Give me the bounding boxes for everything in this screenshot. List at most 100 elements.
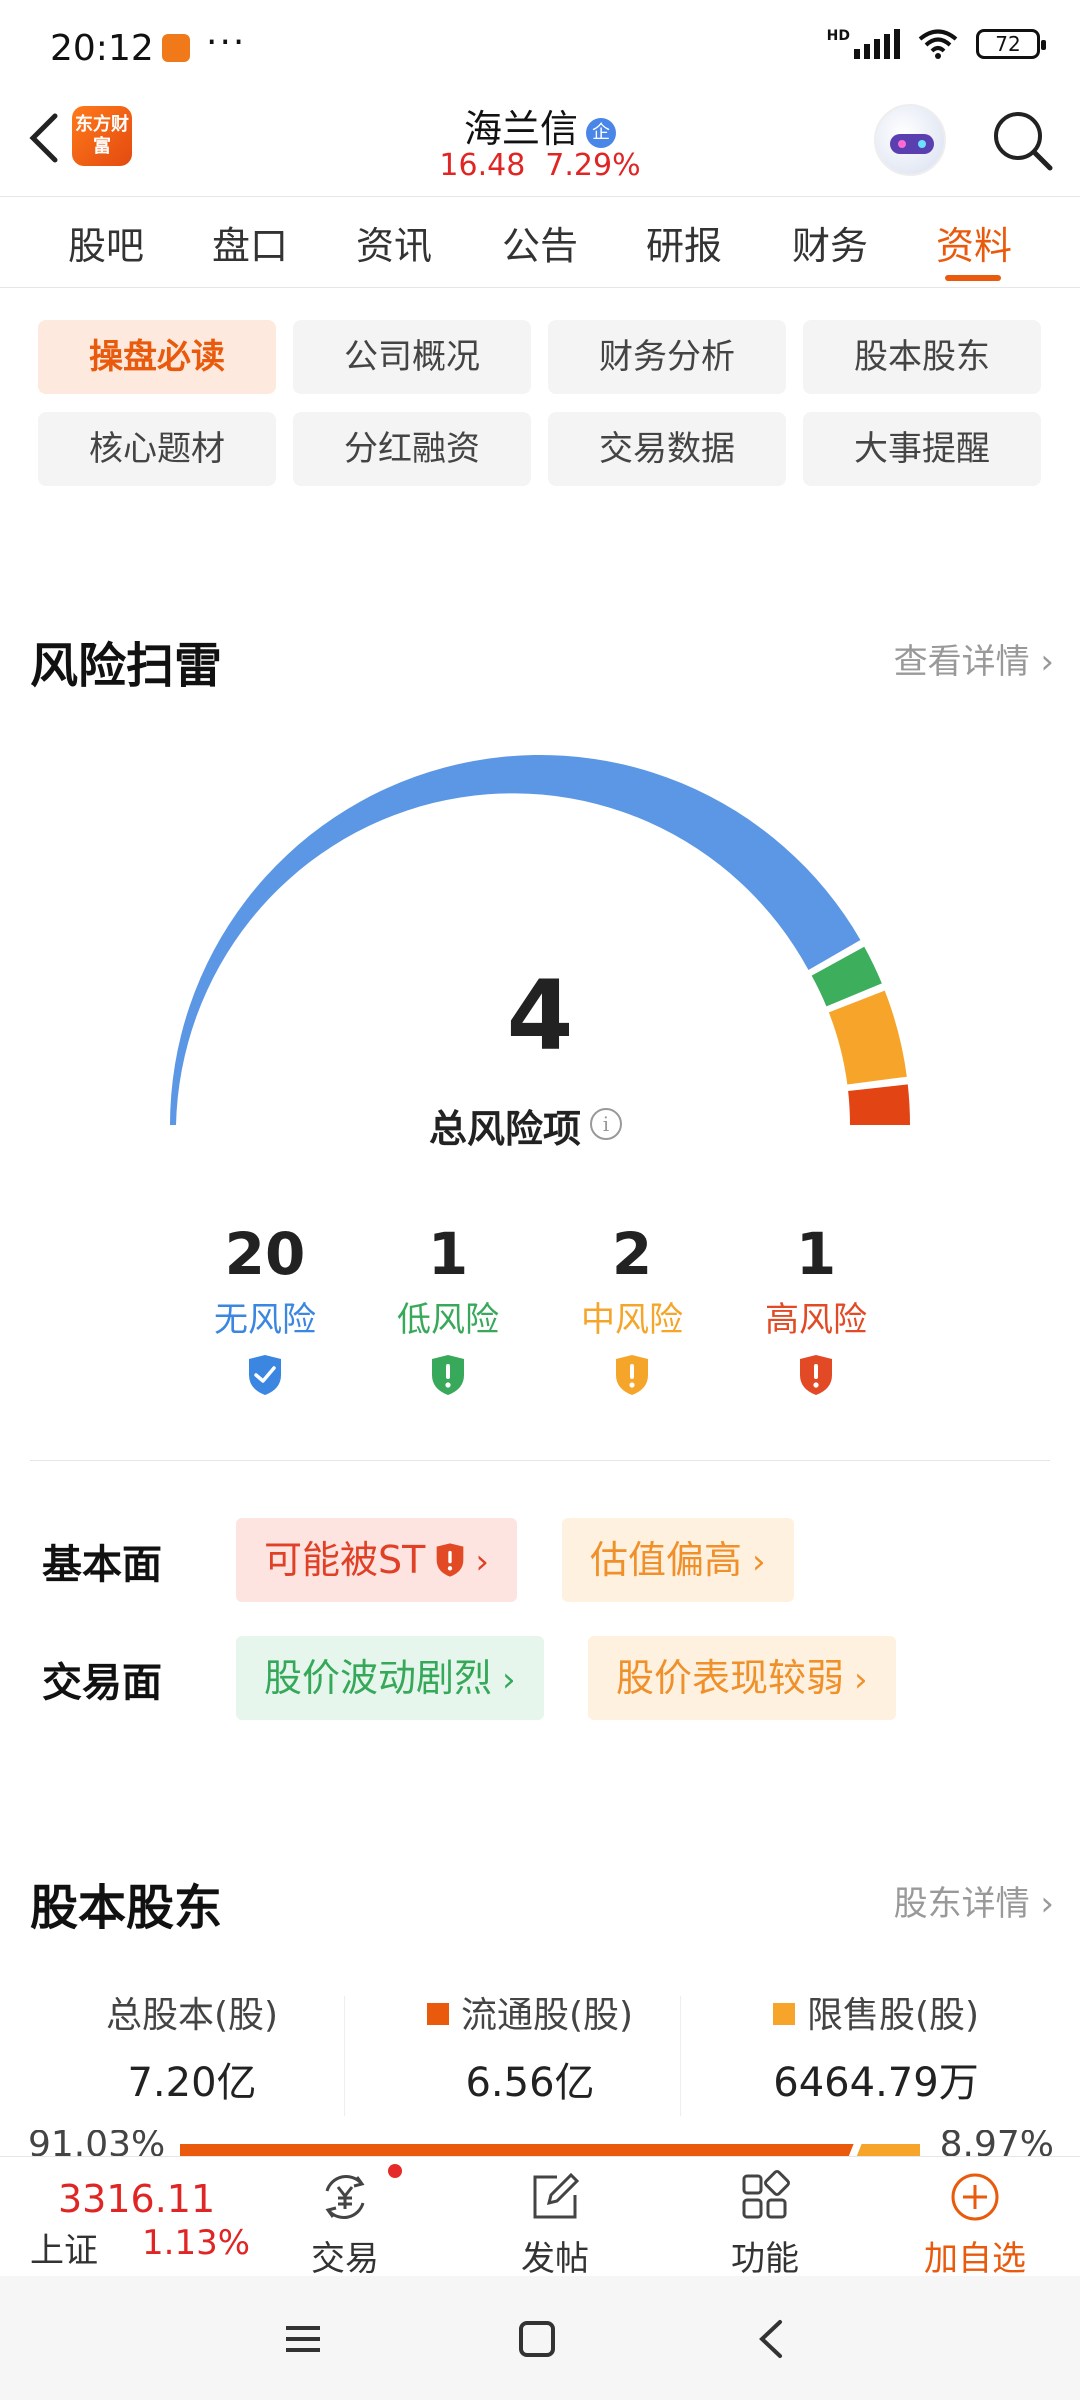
info-icon[interactable]: i [590, 1108, 622, 1140]
tag-label: 股价表现较弱 [616, 1656, 845, 1700]
tag-label: 估值偏高 [590, 1538, 743, 1582]
stat-low-risk[interactable]: 1 低风险 [358, 1220, 538, 1399]
shareholders-section-title: 股本股东 [30, 1880, 223, 1936]
total-risk-count: 4 [506, 960, 574, 1072]
chip-events[interactable]: 大事提醒 [803, 412, 1041, 486]
tag-may-be-st[interactable]: 可能被ST › [236, 1518, 517, 1602]
corp-badge-icon: 企 [586, 118, 616, 148]
restricted-shares-label: 限售股(股) [806, 1995, 980, 2036]
trade-yuan-icon [325, 2175, 365, 2219]
stock-tabs: 股吧 盘口 资讯 公告 研报 财务 资料 [0, 196, 1080, 288]
nav-trade[interactable]: 交易 [285, 2169, 405, 2280]
back-icon[interactable] [748, 2314, 798, 2364]
tag-weak-performance[interactable]: 股价表现较弱 › [588, 1636, 896, 1720]
plus-circle-icon [951, 2173, 999, 2221]
shield-check-icon [249, 1355, 281, 1395]
nav-label: 发帖 [521, 2239, 589, 2279]
shield-alert-icon [437, 1543, 464, 1577]
column-divider [344, 1996, 345, 2116]
chip-must-read[interactable]: 操盘必读 [38, 320, 276, 394]
float-shares: 流通股(股) 6.56亿 [370, 1986, 690, 2108]
stat-no-risk[interactable]: 20 无风险 [175, 1220, 355, 1399]
stat-label: 无风险 [214, 1300, 316, 1340]
battery-icon: 72 [976, 29, 1046, 59]
total-shares-value: 7.20亿 [127, 2060, 257, 2106]
nav-label: 加自选 [924, 2239, 1026, 2279]
chip-trading-data[interactable]: 交易数据 [548, 412, 786, 486]
total-risk-label: 总风险项 [428, 1107, 581, 1151]
assistant-robot-icon[interactable] [874, 104, 946, 176]
nav-label: 交易 [311, 2239, 379, 2279]
tab-profile[interactable]: 资料 [936, 215, 1012, 270]
risk-section-title: 风险扫雷 [30, 638, 223, 694]
nav-add-watchlist[interactable]: 加自选 [915, 2169, 1035, 2280]
stat-count: 1 [427, 1220, 469, 1288]
total-shares: 总股本(股) 7.20亿 [32, 1986, 352, 2108]
shield-alert-icon [616, 1355, 648, 1395]
restricted-shares-value: 6464.79万 [773, 2060, 979, 2106]
chevron-right-icon: › [475, 1542, 489, 1582]
index-name: 上证 [30, 2231, 98, 2271]
restricted-legend-swatch [772, 2003, 795, 2025]
active-tab-indicator [945, 275, 1001, 281]
risk-details-link[interactable]: 查看详情 › [894, 634, 1054, 683]
chevron-right-icon: › [1040, 642, 1054, 682]
tag-high-volatility[interactable]: 股价波动剧烈 › [236, 1636, 544, 1720]
search-icon [994, 112, 1053, 171]
tag-label: 可能被ST [264, 1538, 426, 1582]
tab-announcements[interactable]: 公告 [502, 215, 578, 270]
trading-label: 交易面 [42, 1660, 162, 1706]
risk-details-label: 查看详情 [893, 642, 1030, 682]
stock-header: 东方财富 海兰信企 16.48 7.29% [0, 96, 1080, 196]
index-value: 3316.11 [58, 2177, 216, 2221]
search-button[interactable] [990, 108, 1054, 172]
stat-label: 中风险 [581, 1300, 683, 1340]
chevron-right-icon: › [752, 1542, 766, 1582]
system-nav-bar [0, 2276, 1080, 2400]
tab-guba[interactable]: 股吧 [68, 215, 144, 270]
chip-dividends-financing[interactable]: 分红融资 [293, 412, 531, 486]
shareholder-details-link[interactable]: 股东详情 › [894, 1876, 1054, 1925]
menu-icon[interactable] [278, 2314, 328, 2364]
stat-count: 20 [224, 1220, 306, 1288]
edit-icon [533, 2172, 580, 2219]
apps-grid-icon [742, 2170, 790, 2219]
chevron-right-icon: › [854, 1660, 868, 1700]
float-legend-swatch [426, 2003, 449, 2025]
shield-alert-icon [800, 1355, 832, 1395]
stat-high-risk[interactable]: 1 高风险 [726, 1220, 906, 1399]
tag-high-valuation[interactable]: 估值偏高 › [562, 1518, 794, 1602]
status-time: 20:12 [50, 28, 154, 69]
tab-news[interactable]: 资讯 [356, 215, 432, 270]
chip-share-capital[interactable]: 股本股东 [803, 320, 1041, 394]
home-icon[interactable] [512, 2314, 562, 2364]
float-shares-label: 流通股(股) [460, 1995, 634, 2036]
tab-research[interactable]: 研报 [646, 215, 722, 270]
chip-core-themes[interactable]: 核心题材 [38, 412, 276, 486]
hd-indicator: HD [826, 28, 850, 44]
tab-pankou[interactable]: 盘口 [212, 215, 288, 270]
chip-company-overview[interactable]: 公司概况 [293, 320, 531, 394]
section-divider [30, 1460, 1050, 1461]
tab-finance[interactable]: 财务 [792, 215, 868, 270]
stat-mid-risk[interactable]: 2 中风险 [542, 1220, 722, 1399]
tag-label: 股价波动剧烈 [264, 1656, 493, 1700]
column-divider [680, 1996, 681, 2116]
fundamental-label: 基本面 [42, 1542, 162, 1588]
stock-name: 海兰信 [463, 107, 578, 151]
wifi-icon [918, 29, 958, 59]
nav-post[interactable]: 发帖 [495, 2169, 615, 2280]
stock-change-pct: 7.29% [545, 148, 641, 183]
stat-label: 低风险 [397, 1300, 499, 1340]
float-shares-value: 6.56亿 [465, 2060, 595, 2106]
notification-dot [388, 2164, 402, 2178]
chip-financial-analysis[interactable]: 财务分析 [548, 320, 786, 394]
bottom-nav: 3316.11 上证 1.13% 交易 发帖 功能 加自选 [0, 2156, 1080, 2279]
stat-count: 2 [611, 1220, 653, 1288]
shareholder-details-label: 股东详情 [893, 1884, 1030, 1924]
stat-count: 1 [795, 1220, 837, 1288]
nav-functions[interactable]: 功能 [705, 2169, 825, 2280]
more-notifications-icon: ··· [206, 22, 247, 63]
nav-label: 功能 [731, 2239, 799, 2279]
shield-alert-icon [432, 1355, 464, 1395]
